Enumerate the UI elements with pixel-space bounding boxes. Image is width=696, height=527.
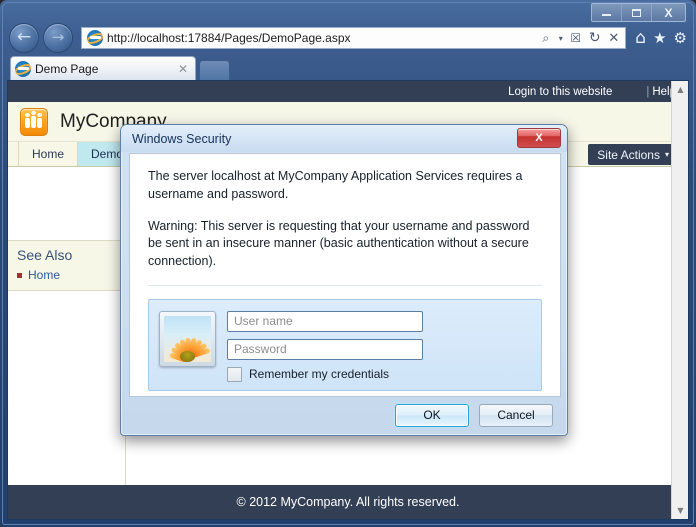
minimize-button[interactable] <box>592 4 622 21</box>
refresh-icon[interactable]: ↻ <box>586 29 603 47</box>
maximize-icon <box>632 9 641 17</box>
stop-icon[interactable]: ✕ <box>605 29 622 47</box>
gear-icon[interactable]: ⚙ <box>674 31 687 46</box>
remember-credentials-checkbox[interactable] <box>227 367 242 382</box>
company-logo-icon[interactable] <box>20 108 48 136</box>
compatibility-view-icon[interactable]: ☒ <box>567 29 584 47</box>
browser-window: X ← → http://localhost:17884/Pages/DemoP… <box>0 0 696 527</box>
dialog-close-button[interactable]: X <box>517 128 561 148</box>
dialog-titlebar: Windows Security X <box>121 125 567 152</box>
dialog-title: Windows Security <box>132 132 231 146</box>
internet-explorer-icon <box>87 30 103 46</box>
forward-arrow-icon: → <box>52 30 65 45</box>
footer-copyright: © 2012 MyCompany. All rights reserved. <box>237 495 460 509</box>
forward-button[interactable]: → <box>43 23 73 53</box>
scroll-down-icon[interactable]: ▼ <box>672 502 689 519</box>
close-button[interactable]: X <box>652 4 685 21</box>
site-actions-label: Site Actions <box>597 148 660 162</box>
nav-tab-home-label: Home <box>32 147 64 161</box>
windows-security-dialog: Windows Security X The server localhost … <box>120 124 568 436</box>
address-bar[interactable]: http://localhost:17884/Pages/DemoPage.as… <box>81 27 626 49</box>
search-icon[interactable]: ⌕ <box>537 29 554 47</box>
bullet-icon <box>17 273 22 278</box>
close-icon: X <box>664 7 672 19</box>
favorites-star-icon[interactable]: ★ <box>653 31 666 46</box>
ok-button[interactable]: OK <box>395 404 469 427</box>
dialog-content: The server localhost at MyCompany Applic… <box>129 153 561 397</box>
tab-label: Demo Page <box>35 62 178 76</box>
nav-tab-home[interactable]: Home <box>18 142 78 166</box>
page-scrollbar[interactable]: ▲ ▼ <box>671 81 688 519</box>
see-also-item-label: Home <box>28 268 60 282</box>
address-input[interactable]: http://localhost:17884/Pages/DemoPage.as… <box>107 31 351 45</box>
tab-favicon-icon <box>15 61 31 77</box>
login-link[interactable]: Login to this website <box>508 86 612 98</box>
see-also-item-home[interactable]: Home <box>17 268 126 282</box>
back-button[interactable]: ← <box>9 23 39 53</box>
tab-demo-page[interactable]: Demo Page ✕ <box>10 56 196 80</box>
flower-center <box>180 351 195 362</box>
browser-navigation-row: ← → http://localhost:17884/Pages/DemoPag… <box>0 22 696 54</box>
left-sidebar: See Also Home <box>8 168 126 519</box>
remember-credentials-row[interactable]: Remember my credentials <box>227 367 531 382</box>
dialog-divider <box>148 285 542 286</box>
address-bar-actions: ⌕ ▾ ☒ ↻ ✕ <box>537 29 625 47</box>
dialog-button-row: OK Cancel <box>121 395 567 435</box>
ok-button-label: OK <box>423 408 440 422</box>
credential-panel: User name Password Remember my credentia… <box>148 299 542 391</box>
back-arrow-icon: ← <box>17 29 31 46</box>
credential-fields: User name Password Remember my credentia… <box>227 311 531 382</box>
username-input[interactable]: User name <box>227 311 423 332</box>
search-dropdown-icon[interactable]: ▾ <box>556 29 565 47</box>
tab-close-icon[interactable]: ✕ <box>178 62 188 76</box>
password-input[interactable]: Password <box>227 339 423 360</box>
avatar <box>159 311 216 367</box>
username-placeholder: User name <box>234 314 293 328</box>
dialog-message-primary: The server localhost at MyCompany Applic… <box>148 168 542 204</box>
welcome-separator: | <box>646 86 649 98</box>
scroll-up-icon[interactable]: ▲ <box>672 81 689 98</box>
flower-avatar-icon <box>164 316 211 362</box>
home-icon[interactable]: ⌂ <box>635 30 646 47</box>
browser-tab-strip: Demo Page ✕ <box>0 54 696 80</box>
new-tab-button[interactable] <box>199 60 230 81</box>
site-welcome-bar: Login to this website | Help <box>8 81 688 102</box>
site-actions-button[interactable]: Site Actions ▾ <box>588 144 678 165</box>
see-also-title: See Also <box>17 247 126 263</box>
window-caption-buttons: X <box>591 3 686 22</box>
maximize-button[interactable] <box>622 4 652 21</box>
page-footer: © 2012 MyCompany. All rights reserved. <box>8 485 688 519</box>
see-also-panel: See Also Home <box>8 240 126 291</box>
chevron-down-icon: ▾ <box>665 150 669 159</box>
password-placeholder: Password <box>234 342 287 356</box>
close-icon: X <box>535 132 542 144</box>
cancel-button[interactable]: Cancel <box>479 404 553 427</box>
remember-credentials-label: Remember my credentials <box>249 367 389 381</box>
browser-toolbar-icons: ⌂ ★ ⚙ <box>630 30 696 47</box>
cancel-button-label: Cancel <box>497 408 534 422</box>
dialog-message-warning: Warning: This server is requesting that … <box>148 218 542 271</box>
minimize-icon <box>602 14 611 16</box>
